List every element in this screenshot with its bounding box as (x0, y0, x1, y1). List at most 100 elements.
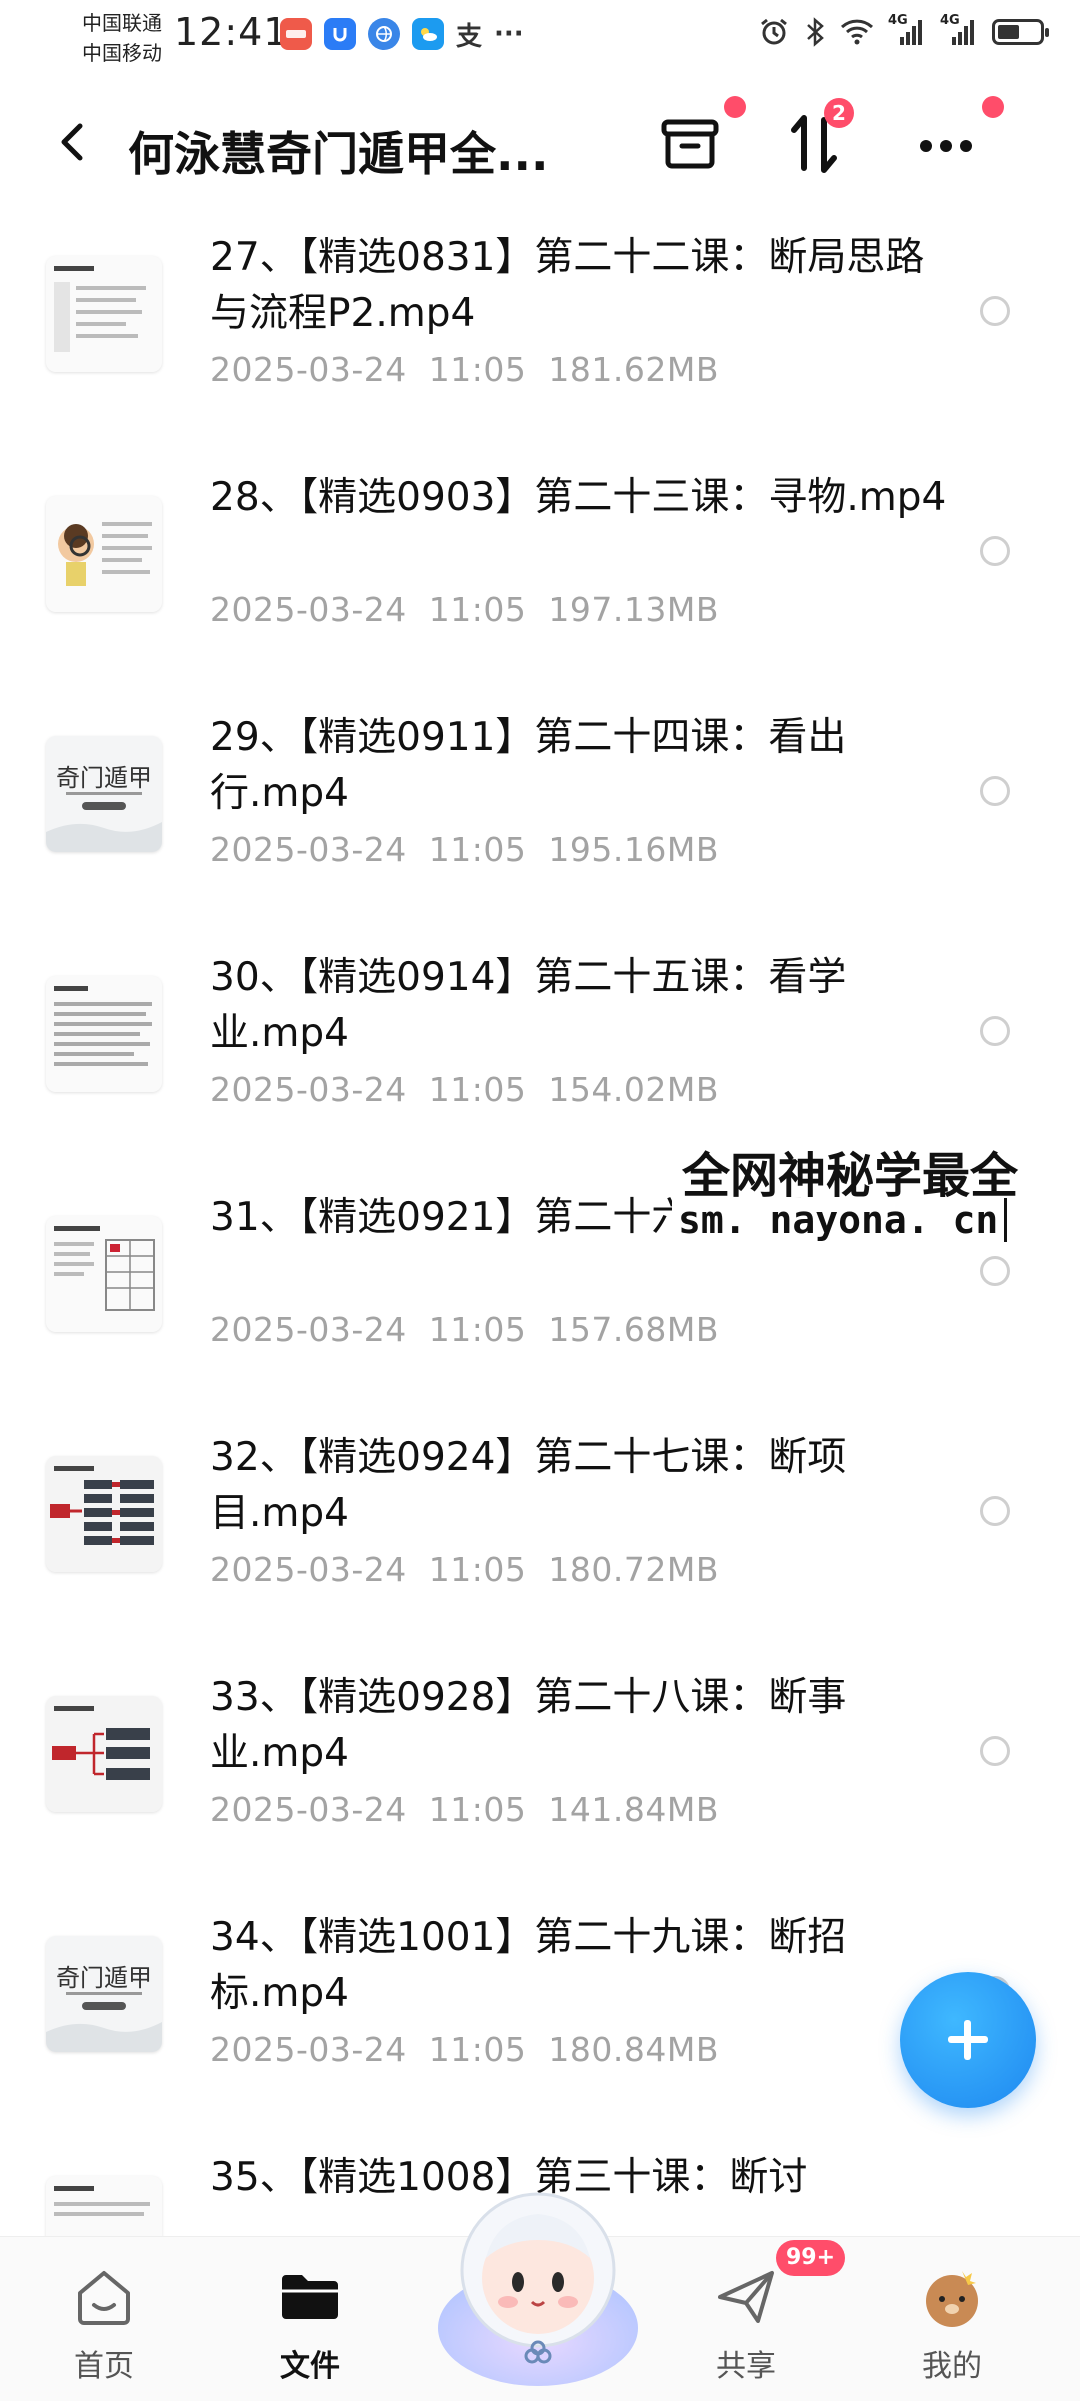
alipay-icon: 支 (456, 21, 483, 52)
tab-label: 我的 (922, 2349, 982, 2384)
file-date: 2025-03-24 (210, 1070, 407, 1109)
file-meta: 2025-03-24 11:05 180.84MB (210, 2030, 719, 2069)
mascot-center-button[interactable] (428, 2178, 648, 2388)
bluetooth-icon (807, 17, 824, 47)
file-date: 2025-03-24 (210, 590, 407, 629)
file-name: 28、【精选0903】第二十三课：寻物.mp4 (210, 475, 947, 520)
carrier-info: 中国联通 中国移动 (82, 8, 162, 68)
select-radio[interactable] (980, 1736, 1010, 1766)
file-date: 2025-03-24 (210, 2030, 407, 2069)
status-bar: 中国联通 中国移动 12:41 支 ··· 4G 4G (0, 0, 1080, 80)
u-app-icon (324, 18, 356, 50)
network-type-1: 4G (888, 13, 908, 28)
more-options-button[interactable] (908, 96, 1004, 184)
signal-1-icon: 4G (888, 13, 926, 47)
file-thumbnail (46, 1456, 162, 1572)
file-row[interactable]: 奇门遁甲 29、【精选0911】第二十四课：看出行.mp4 2025-03-24… (0, 688, 1080, 933)
file-row[interactable]: 32、【精选0924】第二十七课：断项目.mp4 2025-03-24 11:05… (0, 1408, 1080, 1653)
file-name: 30、【精选0914】第二十五课：看学业.mp4 (210, 955, 847, 1056)
file-meta: 2025-03-24 11:05 157.68MB (210, 1310, 719, 1349)
file-time: 11:05 (428, 1790, 527, 1829)
notification-icons: 支 ··· (280, 18, 524, 52)
sort-transfer-button[interactable]: 2 (774, 98, 854, 184)
alarm-icon (761, 18, 787, 45)
browser-icon (368, 18, 400, 50)
network-type-2: 4G (940, 13, 960, 28)
file-size: 195.16MB (548, 830, 719, 869)
file-time: 11:05 (428, 830, 527, 869)
file-size: 180.72MB (548, 1550, 719, 1589)
carrier-1: 中国联通 (82, 11, 162, 35)
select-radio[interactable] (980, 1016, 1010, 1046)
watermark-url: sm. nayona. cn (672, 1198, 1008, 1242)
file-meta: 2025-03-24 11:05 197.13MB (210, 590, 719, 629)
recycle-bin-button[interactable] (650, 96, 746, 184)
recycle-bin-dot (724, 96, 746, 118)
file-date: 2025-03-24 (210, 1310, 407, 1349)
signal-2-icon: 4G (940, 13, 978, 47)
file-thumbnail (46, 496, 162, 612)
file-name: 29、【精选0911】第二十四课：看出行.mp4 (210, 715, 847, 816)
weather-icon (412, 18, 444, 50)
file-name: 33、【精选0928】第二十八课：断事业.mp4 (210, 1675, 847, 1776)
file-row[interactable]: 28、【精选0903】第二十三课：寻物.mp4 2025-03-24 11:05 1… (0, 448, 1080, 693)
select-radio[interactable] (980, 296, 1010, 326)
top-app-bar: 何泳慧奇门遁甲全... 2 (0, 90, 1080, 200)
file-thumbnail: 奇门遁甲 (46, 736, 162, 852)
file-time: 11:05 (428, 590, 527, 629)
file-thumbnail (46, 2176, 162, 2236)
file-thumbnail: 奇门遁甲 (46, 1936, 162, 2052)
file-time: 11:05 (428, 1550, 527, 1589)
file-size: 157.68MB (548, 1310, 719, 1349)
carrier-2: 中国移动 (82, 41, 162, 65)
file-size: 181.62MB (548, 350, 719, 389)
page-title: 何泳慧奇门遁甲全... (128, 127, 549, 181)
battery-icon (992, 19, 1049, 45)
file-meta: 2025-03-24 11:05 154.02MB (210, 1070, 719, 1109)
back-button[interactable] (44, 112, 104, 172)
select-radio[interactable] (980, 776, 1010, 806)
more-dots-icon (920, 140, 972, 152)
file-date: 2025-03-24 (210, 830, 407, 869)
wifi-icon (840, 19, 874, 45)
file-meta: 2025-03-24 11:05 180.72MB (210, 1550, 719, 1589)
mascot-icon (438, 2192, 638, 2386)
file-date: 2025-03-24 (210, 1790, 407, 1829)
file-date: 2025-03-24 (210, 1550, 407, 1589)
file-meta: 2025-03-24 11:05 195.16MB (210, 830, 719, 869)
file-size: 154.02MB (548, 1070, 719, 1109)
clock: 12:41 (174, 10, 289, 54)
file-name: 27、【精选0831】第二十二课：断局思路与流程P2.mp4 (210, 235, 925, 336)
file-size: 141.84MB (548, 1790, 719, 1829)
select-radio[interactable] (980, 1256, 1010, 1286)
chevron-left-icon (61, 123, 83, 161)
tab-files[interactable]: 文件 (240, 2257, 380, 2387)
tab-profile[interactable]: 我的 (882, 2257, 1022, 2387)
file-row[interactable]: 27、【精选0831】第二十二课：断局思路与流程P2.mp4 2025-03-2… (0, 208, 1080, 453)
file-date: 2025-03-24 (210, 350, 407, 389)
share-badge: 99+ (776, 2240, 846, 2276)
file-thumbnail (46, 1696, 162, 1812)
archive-box-icon (661, 119, 719, 169)
file-size: 197.13MB (548, 590, 719, 629)
file-thumbnail (46, 256, 162, 372)
watermark-title: 全网神秘学最全 (676, 1136, 1025, 1206)
home-icon (78, 2271, 130, 2325)
select-radio[interactable] (980, 536, 1010, 566)
more-options-dot (982, 96, 1004, 118)
more-notifications-icon: ··· (494, 19, 524, 49)
system-icons: 4G 4G (758, 13, 1049, 48)
file-name: 32、【精选0924】第二十七课：断项目.mp4 (210, 1435, 847, 1536)
add-button[interactable] (900, 1972, 1036, 2108)
tab-share[interactable]: 共享 (676, 2257, 816, 2387)
folder-icon (282, 2275, 338, 2319)
tab-label: 共享 (716, 2349, 776, 2384)
file-time: 11:05 (428, 2030, 527, 2069)
file-thumbnail (46, 976, 162, 1092)
file-thumbnail (46, 1216, 162, 1332)
select-radio[interactable] (980, 1496, 1010, 1526)
tab-home[interactable]: 首页 (34, 2257, 174, 2387)
file-time: 11:05 (428, 1310, 527, 1349)
file-row[interactable]: 33、【精选0928】第二十八课：断事业.mp4 2025-03-24 11:05… (0, 1648, 1080, 1893)
file-meta: 2025-03-24 11:05 141.84MB (210, 1790, 719, 1829)
